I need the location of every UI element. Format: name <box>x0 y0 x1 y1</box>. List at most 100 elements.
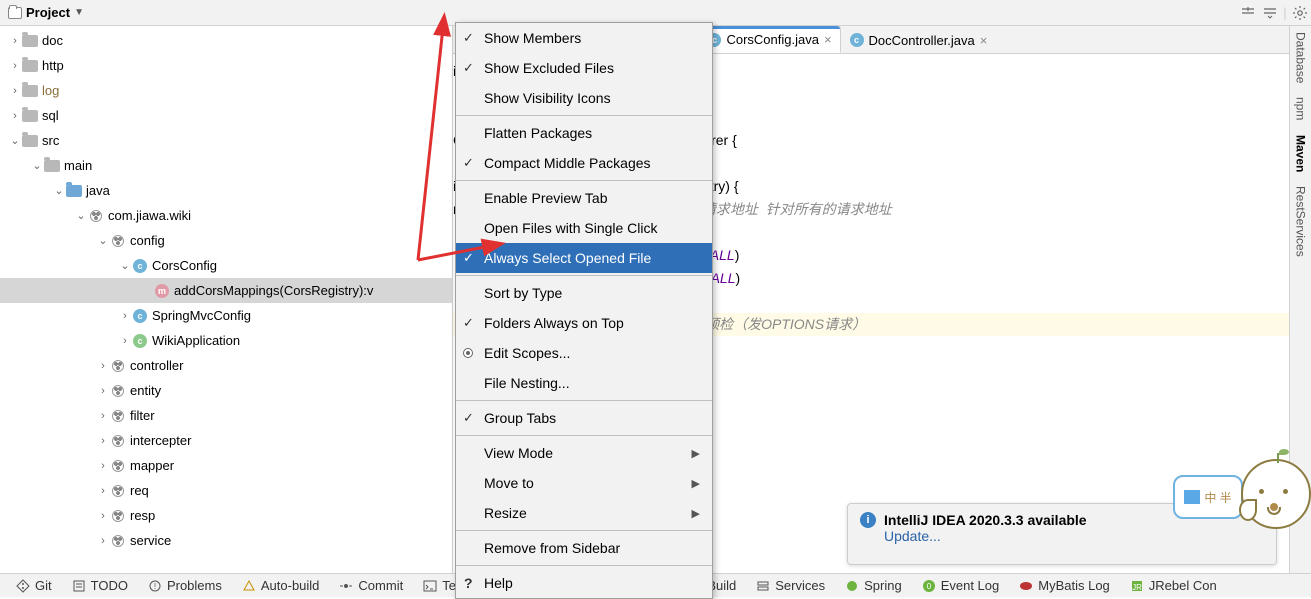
chevron-icon[interactable]: › <box>96 435 110 447</box>
chevron-icon[interactable]: ⌄ <box>74 209 88 222</box>
project-tree[interactable]: ›doc›http›log›sql⌄src⌄main⌄java⌄com.jiaw… <box>0 26 453 573</box>
tree-item[interactable]: ›mapper <box>0 453 452 478</box>
menu-item[interactable]: View Mode▶ <box>456 438 712 468</box>
menu-item[interactable]: ✓Show Excluded Files <box>456 53 712 83</box>
toolwindow-label: Commit <box>358 578 403 593</box>
menu-item-label: Show Excluded Files <box>484 60 614 76</box>
toolwindow-todo[interactable]: TODO <box>62 578 138 593</box>
menu-item[interactable]: Remove from Sidebar <box>456 533 712 563</box>
menu-item-label: Show Members <box>484 30 581 46</box>
tree-item[interactable]: ⌄src <box>0 128 452 153</box>
tree-item[interactable]: ⌄config <box>0 228 452 253</box>
menu-item[interactable]: Open Files with Single Click <box>456 213 712 243</box>
menu-item[interactable]: Flatten Packages <box>456 118 712 148</box>
tab-label: CorsConfig.java <box>726 32 819 47</box>
chevron-icon[interactable]: › <box>96 535 110 547</box>
help-icon: ? <box>464 575 473 591</box>
right-tool-maven[interactable]: Maven <box>1294 135 1308 172</box>
close-icon[interactable]: × <box>980 33 988 48</box>
tree-item-label: sql <box>42 108 59 123</box>
chevron-icon[interactable]: › <box>96 360 110 372</box>
chevron-icon[interactable]: › <box>96 410 110 422</box>
toolwindow-services[interactable]: Services <box>746 578 835 593</box>
check-icon: ✓ <box>463 250 474 266</box>
toolwindow-problems[interactable]: !Problems <box>138 578 232 593</box>
menu-item[interactable]: Show Visibility Icons <box>456 83 712 113</box>
menu-item[interactable]: ✓Compact Middle Packages <box>456 148 712 178</box>
chevron-icon[interactable]: ⌄ <box>52 184 66 197</box>
menu-item-label: File Nesting... <box>484 375 570 391</box>
toolwindow-commit[interactable]: Commit <box>329 578 413 593</box>
tree-item-label: service <box>130 533 171 548</box>
tree-item[interactable]: ›doc <box>0 28 452 53</box>
tree-item-label: main <box>64 158 92 173</box>
menu-item[interactable]: ✓Folders Always on Top <box>456 308 712 338</box>
menu-item[interactable]: Sort by Type <box>456 278 712 308</box>
tree-item[interactable]: ›intercepter <box>0 428 452 453</box>
tree-item[interactable]: › sql <box>0 103 452 128</box>
chevron-icon[interactable]: › <box>8 60 22 72</box>
toolwindow-git[interactable]: Git <box>6 578 62 593</box>
chevron-icon[interactable]: › <box>8 85 22 97</box>
divider-icon: | <box>1281 2 1289 24</box>
toolwindow-label: MyBatis Log <box>1038 578 1110 593</box>
notif-link[interactable]: Update... <box>884 528 941 544</box>
menu-item[interactable]: ?Help <box>456 568 712 598</box>
tree-item[interactable]: ›req <box>0 478 452 503</box>
project-label[interactable]: Project ▼ <box>0 5 92 20</box>
tree-item[interactable]: ⌄java <box>0 178 452 203</box>
menu-item-label: Enable Preview Tab <box>484 190 607 206</box>
tree-item[interactable]: ›resp <box>0 503 452 528</box>
tree-item[interactable]: › service <box>0 528 452 553</box>
tree-item[interactable]: ›entity <box>0 378 452 403</box>
chevron-icon[interactable]: ⌄ <box>30 159 44 172</box>
chevron-icon[interactable]: ⌄ <box>118 259 132 272</box>
menu-item[interactable]: ✓Group Tabs <box>456 403 712 433</box>
expand-all-icon[interactable] <box>1237 2 1259 24</box>
tree-item[interactable]: ›log <box>0 78 452 103</box>
tree-item[interactable]: ›cWikiApplication <box>0 328 452 353</box>
chevron-icon[interactable]: › <box>96 485 110 497</box>
chevron-icon[interactable]: › <box>118 310 132 322</box>
check-icon: ✓ <box>463 315 474 331</box>
toolwindow-jrebel[interactable]: JRJRebel Con <box>1120 578 1227 593</box>
project-label-text: Project <box>26 5 70 20</box>
settings-popup: ✓Show Members✓Show Excluded FilesShow Vi… <box>455 22 713 599</box>
chevron-icon[interactable]: ⌄ <box>8 134 22 147</box>
tree-item[interactable]: ⌄ main <box>0 153 452 178</box>
tree-item[interactable]: ›http <box>0 53 452 78</box>
chevron-icon[interactable]: › <box>8 35 22 47</box>
chevron-icon[interactable]: › <box>96 385 110 397</box>
right-tool-restservices[interactable]: RestServices <box>1294 186 1308 257</box>
gear-icon[interactable] <box>1289 2 1311 24</box>
chevron-icon[interactable]: ⌄ <box>96 234 110 247</box>
toolwindow-auto[interactable]: Auto-build <box>232 578 330 593</box>
tree-item[interactable]: ⌄cCorsConfig <box>0 253 452 278</box>
menu-item[interactable]: ✓Show Members <box>456 23 712 53</box>
chevron-icon[interactable]: › <box>118 335 132 347</box>
collapse-all-icon[interactable] <box>1259 2 1281 24</box>
tree-item[interactable]: ›cSpringMvcConfig <box>0 303 452 328</box>
menu-item[interactable]: Move to▶ <box>456 468 712 498</box>
menu-item[interactable]: Enable Preview Tab <box>456 183 712 213</box>
toolwindow-spring[interactable]: Spring <box>835 578 912 593</box>
right-tool-npm[interactable]: npm <box>1294 97 1308 120</box>
menu-item[interactable]: Edit Scopes... <box>456 338 712 368</box>
tree-item[interactable]: ⌄com.jiawa.wiki <box>0 203 452 228</box>
toolwindow-event[interactable]: 0Event Log <box>912 578 1010 593</box>
close-icon[interactable]: × <box>824 32 832 47</box>
tshirt-icon <box>1184 490 1200 504</box>
tree-item[interactable]: maddCorsMappings(CorsRegistry):v <box>0 278 452 303</box>
chevron-icon[interactable]: › <box>8 110 22 122</box>
editor-tab[interactable]: cCorsConfig.java× <box>698 26 840 53</box>
menu-item[interactable]: ✓Always Select Opened File <box>456 243 712 273</box>
tree-item[interactable]: ›filter <box>0 403 452 428</box>
menu-item[interactable]: File Nesting... <box>456 368 712 398</box>
menu-item[interactable]: Resize▶ <box>456 498 712 528</box>
editor-tab[interactable]: cDocController.java× <box>841 26 997 53</box>
chevron-icon[interactable]: › <box>96 460 110 472</box>
chevron-icon[interactable]: › <box>96 510 110 522</box>
tree-item[interactable]: ›controller <box>0 353 452 378</box>
right-tool-database[interactable]: Database <box>1294 32 1308 83</box>
toolwindow-mybatis[interactable]: MyBatis Log <box>1009 578 1120 593</box>
